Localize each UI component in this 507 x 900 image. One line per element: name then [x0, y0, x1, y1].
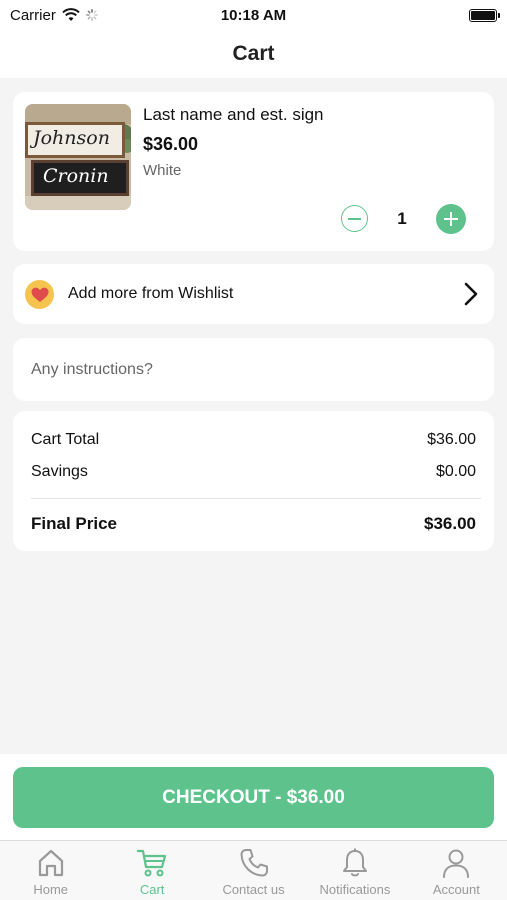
product-variant: White — [143, 162, 182, 179]
wishlist-badge — [25, 280, 54, 309]
home-icon — [38, 849, 63, 877]
page-title: Cart — [232, 42, 275, 65]
battery-icon — [469, 8, 500, 22]
product-photo — [25, 104, 131, 210]
quantity-increase-button[interactable] — [436, 204, 466, 234]
final-price-row: Final Price $36.00 — [31, 514, 476, 534]
bell-icon — [342, 848, 367, 877]
tab-home[interactable]: Home — [0, 841, 101, 900]
instructions-card — [13, 338, 494, 401]
checkout-button[interactable]: CHECKOUT - $36.00 — [13, 767, 494, 828]
add-from-wishlist-row[interactable]: Add more from Wishlist — [13, 264, 494, 324]
tab-account-label: Account — [432, 882, 480, 897]
heart-icon — [31, 287, 48, 302]
minus-icon — [348, 217, 361, 220]
wifi-icon — [62, 8, 80, 21]
summary-divider — [31, 498, 481, 499]
tab-cart-label: Cart — [139, 882, 165, 897]
tab-contact-us[interactable]: Contact us — [203, 841, 304, 900]
product-image[interactable]: Johnson Cronin — [25, 104, 131, 210]
final-price-value: $36.00 — [424, 514, 476, 533]
product-image-text-top: Johnson — [33, 127, 110, 149]
savings-value: $0.00 — [435, 463, 476, 480]
final-price-label: Final Price — [31, 514, 117, 533]
tab-bar: Home Cart Contact us Notifications Accou… — [0, 840, 507, 900]
savings-row: Savings $0.00 — [31, 463, 476, 481]
quantity-decrease-button[interactable] — [341, 205, 368, 232]
product-image-text-bottom: Cronin — [43, 165, 109, 187]
status-bar: Carrier 10:18 AM — [0, 0, 507, 30]
cart-total-label: Cart Total — [31, 431, 100, 448]
order-summary: Cart Total $36.00 Savings $0.00 Final Pr… — [13, 411, 494, 551]
tab-notifications[interactable]: Notifications — [304, 841, 405, 900]
product-price: $36.00 — [143, 134, 199, 154]
tab-cart[interactable]: Cart — [101, 841, 202, 900]
wishlist-label: Add more from Wishlist — [68, 285, 234, 302]
instructions-input[interactable] — [31, 359, 471, 381]
nav-bar: Cart — [0, 30, 507, 78]
cart-total-row: Cart Total $36.00 — [31, 431, 476, 449]
savings-label: Savings — [31, 463, 88, 480]
tab-home-label: Home — [33, 882, 69, 897]
quantity-value: 1 — [397, 209, 407, 228]
loading-spinner-icon — [85, 9, 98, 21]
carrier-label: Carrier — [10, 6, 56, 24]
cart-total-value: $36.00 — [427, 431, 476, 448]
user-icon — [443, 849, 470, 878]
tab-notifications-label: Notifications — [319, 882, 391, 897]
product-name[interactable]: Last name and est. sign — [143, 105, 324, 125]
phone-icon — [240, 849, 268, 877]
status-left: Carrier — [10, 7, 98, 24]
tab-contact-us-label: Contact us — [222, 882, 285, 897]
cart-item: Johnson Cronin Last name and est. sign $… — [13, 92, 494, 251]
chevron-right-icon — [464, 282, 478, 306]
tab-account[interactable]: Account — [406, 841, 507, 900]
cart-icon — [137, 849, 167, 877]
